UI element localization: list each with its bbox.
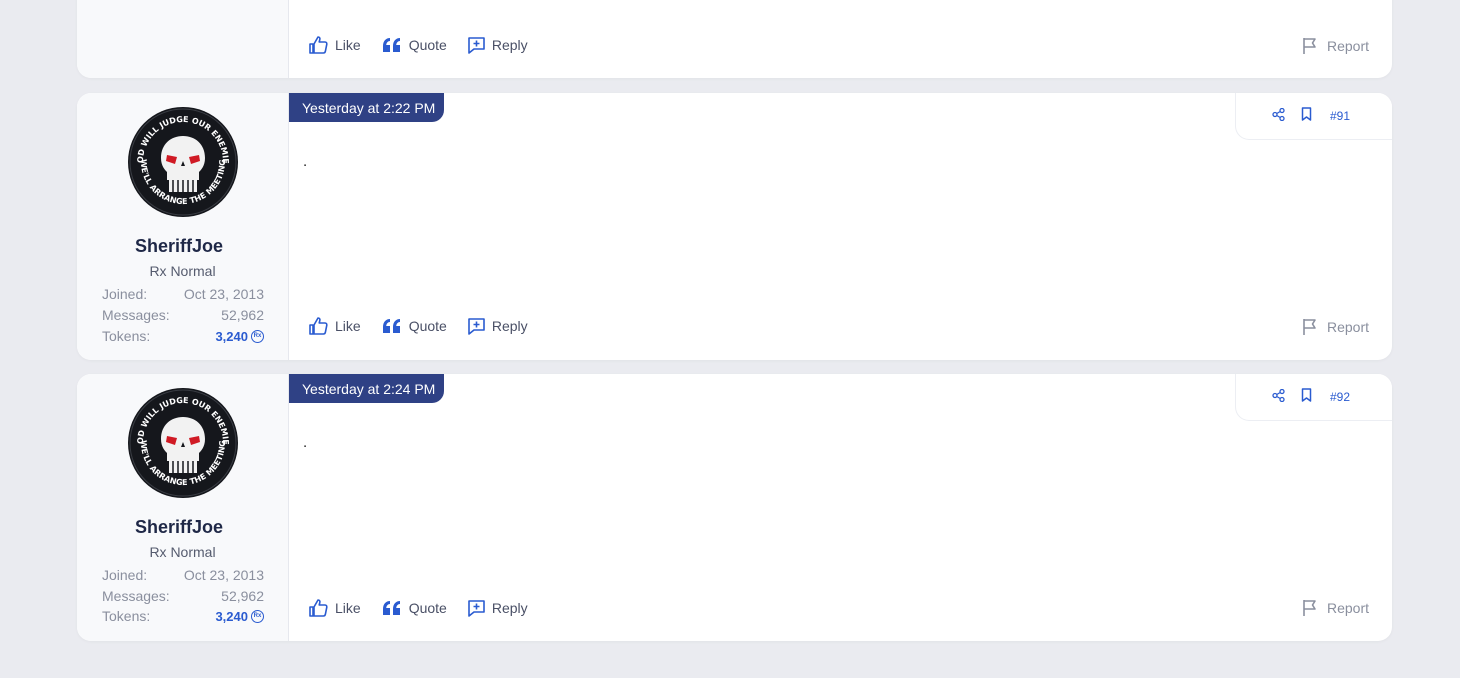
like-label: Like <box>335 37 361 53</box>
stat-label: Messages: <box>102 307 170 323</box>
avatar[interactable]: GOD WILL JUDGE OUR ENEMIES WE'LL ARRANGE… <box>127 106 239 218</box>
quote-icon <box>382 601 400 615</box>
user-column: GOD WILL JUDGE OUR ENEMIES WE'LL ARRANGE… <box>77 93 289 360</box>
tokens-amount: 3,240 <box>215 328 248 344</box>
tokens-value[interactable]: 3,240 Rx <box>215 328 264 344</box>
like-button[interactable]: Like <box>309 317 361 335</box>
flag-icon <box>1303 600 1316 616</box>
report-label: Report <box>1326 599 1369 616</box>
report-button[interactable]: Report <box>1302 599 1369 616</box>
stat-joined: Joined: Oct 23, 2013 <box>102 286 264 302</box>
post-date[interactable]: Yesterday at 2:24 PM <box>289 374 444 403</box>
report-button[interactable]: Report <box>1302 318 1369 335</box>
reply-icon <box>468 317 485 335</box>
reply-button[interactable]: Reply <box>468 36 528 54</box>
stat-value: Oct 23, 2013 <box>183 286 264 302</box>
quote-label: Quote <box>408 600 447 616</box>
post-main: Yesterday at 2:24 PM #92 . Like Quote Re… <box>289 374 1392 641</box>
username[interactable]: SheriffJoe <box>77 236 281 257</box>
stat-tokens: Tokens: 3,240 Rx <box>102 608 264 624</box>
post-number[interactable]: #91 <box>1330 109 1350 123</box>
bookmark-icon[interactable] <box>1301 107 1312 121</box>
stat-label: Tokens: <box>102 328 151 344</box>
stat-value: Oct 23, 2013 <box>183 567 264 583</box>
post: GOD WILL JUDGE OUR ENEMIES WE'LL ARRANGE… <box>77 374 1392 641</box>
avatar[interactable]: GOD WILL JUDGE OUR ENEMIES WE'LL ARRANGE… <box>127 387 239 499</box>
stat-messages: Messages: 52,962 <box>102 588 264 604</box>
rx-token-icon: Rx <box>251 609 264 623</box>
stat-label: Tokens: <box>102 608 151 624</box>
post-main: Yesterday at 2:22 PM #91 . Like Quote Re… <box>289 93 1392 360</box>
rx-token-icon: Rx <box>251 329 264 343</box>
post-number[interactable]: #92 <box>1330 390 1350 404</box>
post-actions: Like Quote Reply <box>309 596 549 620</box>
quote-label: Quote <box>408 318 447 334</box>
stat-label: Joined: <box>102 286 148 302</box>
thumbs-up-icon <box>309 317 328 335</box>
share-icon[interactable] <box>1272 389 1285 402</box>
stat-label: Joined: <box>102 567 148 583</box>
quote-button[interactable]: Quote <box>382 318 447 334</box>
user-column: GOD WILL JUDGE OUR ENEMIES WE'LL ARRANGE… <box>77 374 289 641</box>
report-label: Report <box>1326 37 1369 54</box>
quote-button[interactable]: Quote <box>382 600 447 616</box>
quote-label: Quote <box>408 37 447 53</box>
stat-value: 52,962 <box>221 588 264 604</box>
post-actions: Like Quote Reply <box>309 314 549 338</box>
reply-label: Reply <box>491 600 528 616</box>
report-button[interactable]: Report <box>1302 37 1369 54</box>
user-column <box>77 0 289 78</box>
stat-messages: Messages: 52,962 <box>102 307 264 323</box>
post-tools: #92 <box>1235 374 1392 421</box>
reply-button[interactable]: Reply <box>468 317 528 335</box>
post-main: Like Quote Reply Report <box>289 0 1392 78</box>
user-title: Rx Normal <box>149 263 216 279</box>
post-body: . <box>303 153 308 170</box>
like-button[interactable]: Like <box>309 36 361 54</box>
quote-button[interactable]: Quote <box>382 37 447 53</box>
report-label: Report <box>1326 318 1369 335</box>
quote-icon <box>382 319 400 333</box>
reply-button[interactable]: Reply <box>468 599 528 617</box>
tokens-amount: 3,240 <box>215 608 248 624</box>
like-label: Like <box>335 600 361 616</box>
username[interactable]: SheriffJoe <box>77 517 281 538</box>
post-body: . <box>303 434 308 451</box>
post-date[interactable]: Yesterday at 2:22 PM <box>289 93 444 122</box>
flag-icon <box>1303 319 1316 335</box>
flag-icon <box>1303 38 1316 54</box>
post: GOD WILL JUDGE OUR ENEMIES WE'LL ARRANGE… <box>77 93 1392 360</box>
thumbs-up-icon <box>309 599 328 617</box>
like-button[interactable]: Like <box>309 599 361 617</box>
like-label: Like <box>335 318 361 334</box>
user-title: Rx Normal <box>149 544 216 560</box>
thumbs-up-icon <box>309 36 328 54</box>
share-icon[interactable] <box>1272 108 1285 121</box>
stat-label: Messages: <box>102 588 170 604</box>
reply-label: Reply <box>491 318 528 334</box>
reply-label: Reply <box>491 37 528 53</box>
post-previous: Like Quote Reply Report <box>77 0 1392 78</box>
stat-tokens: Tokens: 3,240 Rx <box>102 328 264 344</box>
stat-value: 52,962 <box>221 307 264 323</box>
reply-icon <box>468 599 485 617</box>
post-tools: #91 <box>1235 93 1392 140</box>
quote-icon <box>382 38 400 52</box>
stat-joined: Joined: Oct 23, 2013 <box>102 567 264 583</box>
bookmark-icon[interactable] <box>1301 388 1312 402</box>
reply-icon <box>468 36 485 54</box>
post-actions: Like Quote Reply <box>309 33 549 57</box>
tokens-value[interactable]: 3,240 Rx <box>215 608 264 624</box>
